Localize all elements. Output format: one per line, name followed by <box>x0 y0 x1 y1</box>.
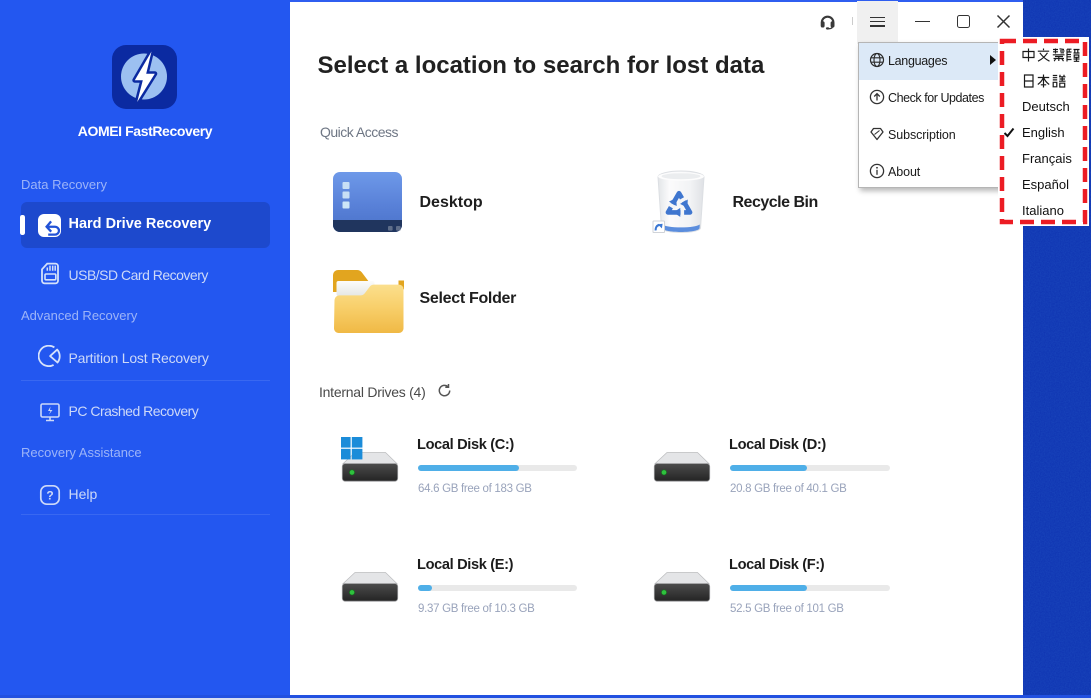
svg-text:?: ? <box>46 488 53 502</box>
